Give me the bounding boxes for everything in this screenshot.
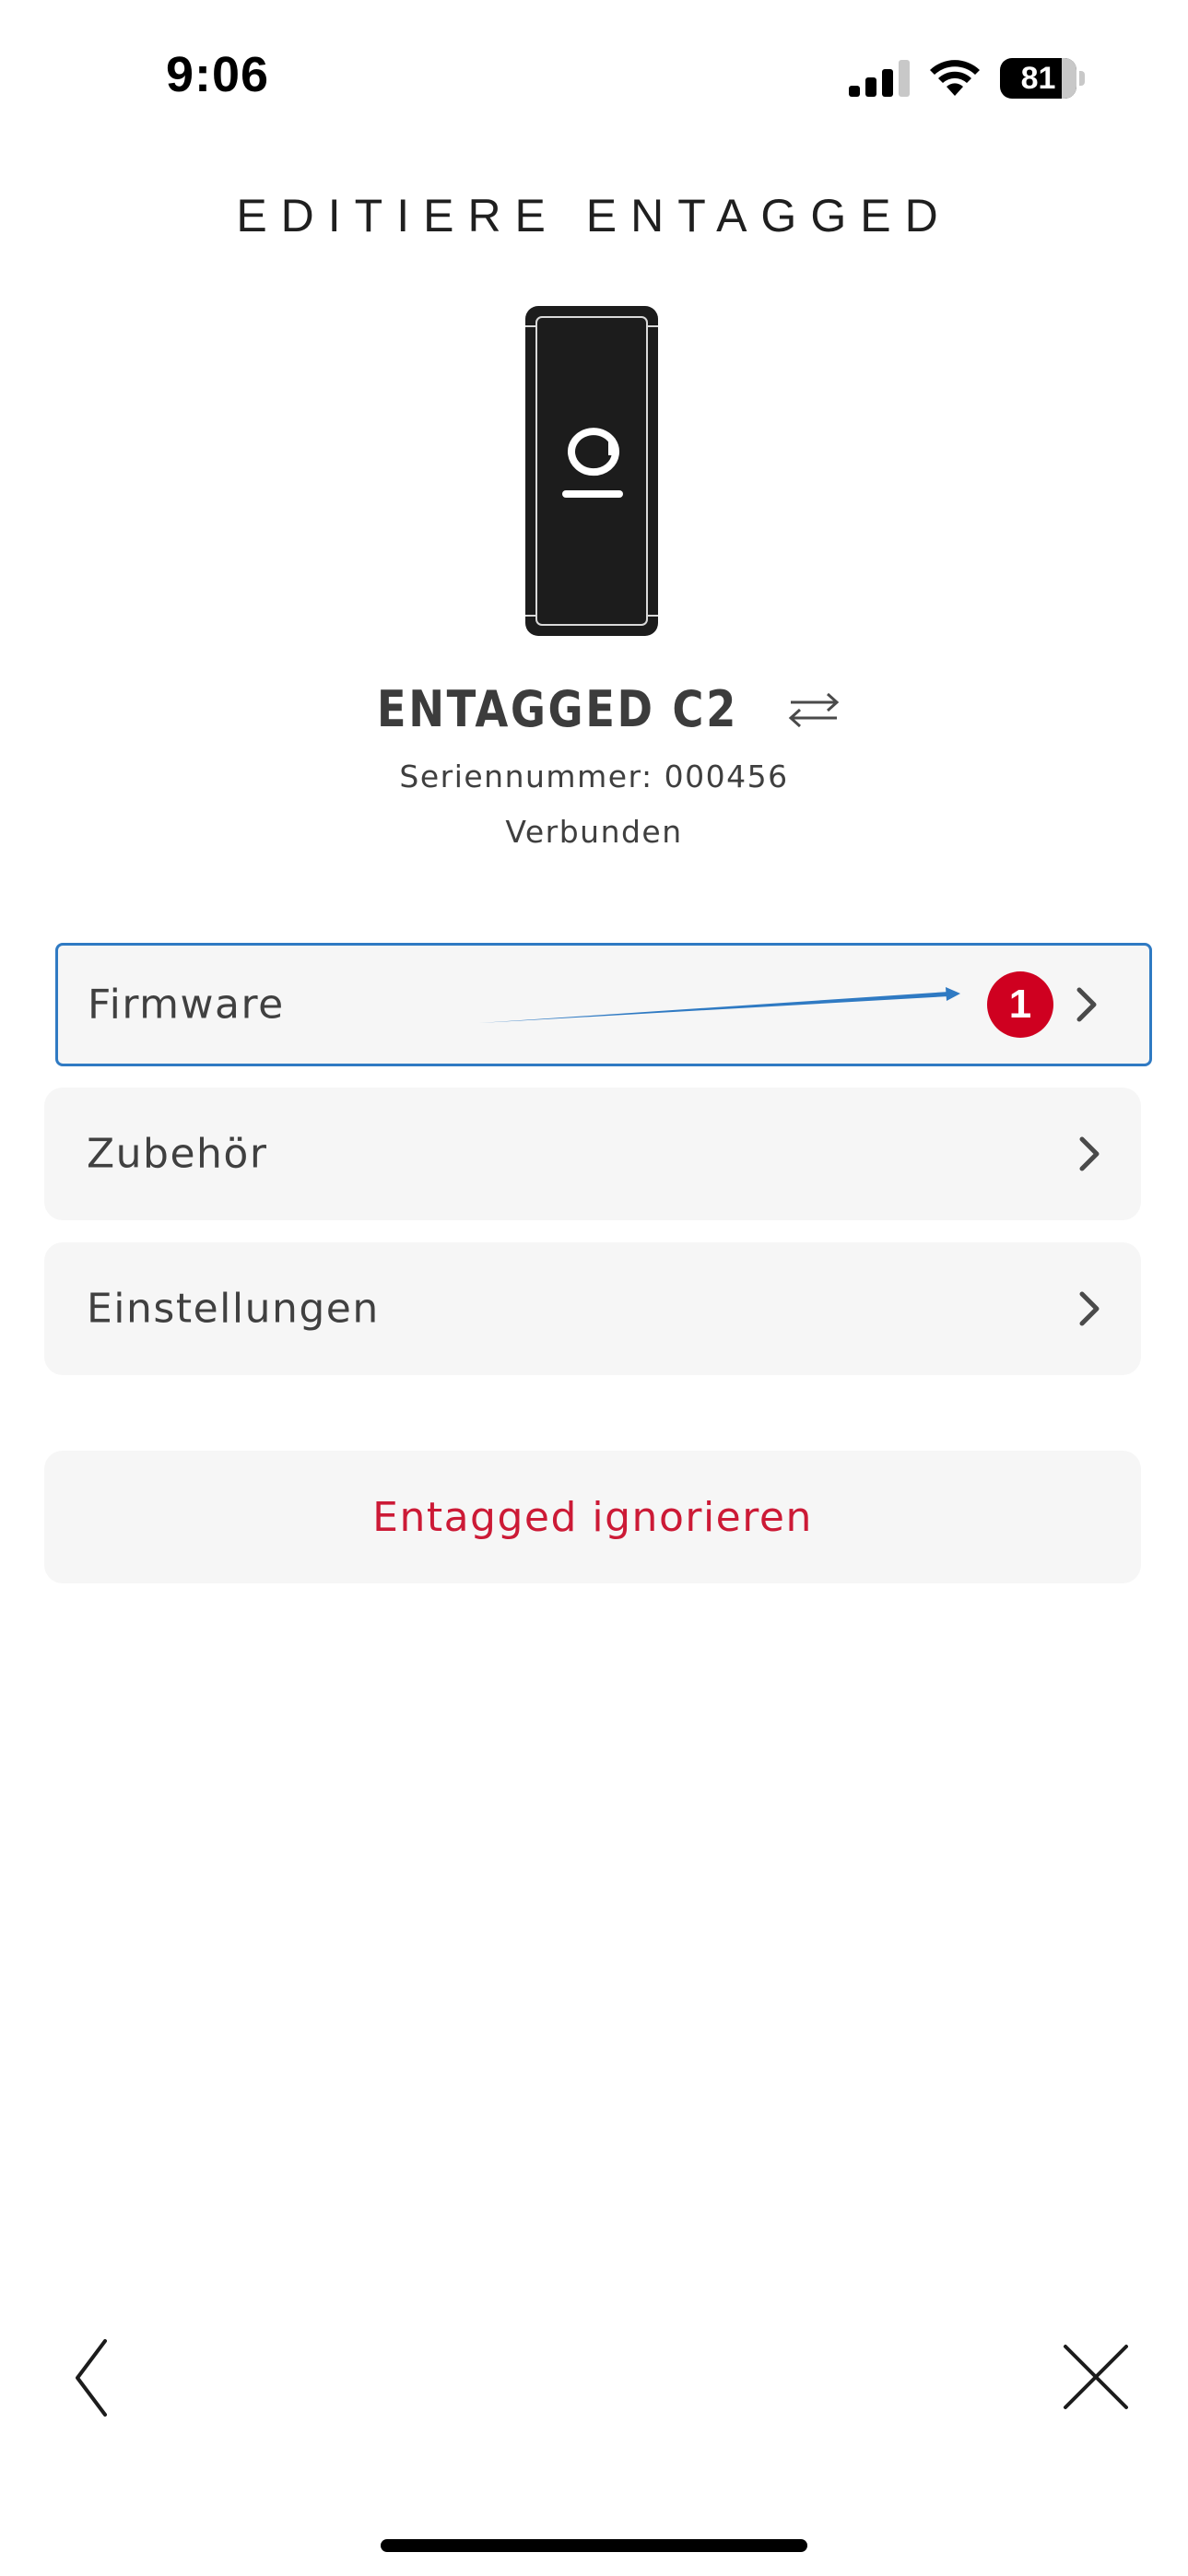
status-icons: 81	[849, 57, 1085, 100]
menu-item-label: Einstellungen	[87, 1285, 380, 1333]
menu-item-firmware[interactable]: Firmware 1	[55, 943, 1152, 1066]
battery-indicator: 81	[1000, 57, 1085, 100]
device-name-row: ENTAGGED C2	[0, 680, 1188, 738]
chevron-right-icon	[1079, 1291, 1100, 1326]
device-name: ENTAGGED C2	[376, 680, 738, 738]
wifi-icon	[930, 60, 980, 96]
menu-item-zubehoer[interactable]: Zubehör	[44, 1088, 1141, 1220]
chevron-right-icon	[1076, 987, 1097, 1022]
status-time: 9:06	[166, 47, 270, 102]
menu-item-einstellungen[interactable]: Einstellungen	[44, 1242, 1141, 1375]
close-icon[interactable]	[1060, 2341, 1132, 2413]
battery-percentage: 81	[1020, 60, 1056, 96]
chevron-right-icon	[1079, 1136, 1100, 1171]
serial-number: Seriennummer: 000456	[399, 759, 789, 794]
update-badge: 1	[987, 971, 1053, 1038]
connection-status: Verbunden	[505, 814, 683, 850]
home-indicator	[381, 2539, 807, 2552]
page-title: EDITIERE ENTAGGED	[236, 190, 952, 241]
swap-arrows-icon[interactable]	[787, 690, 841, 729]
ignore-entagged-button[interactable]: Entagged ignorieren	[44, 1451, 1141, 1583]
status-bar: 9:06 81	[0, 0, 1188, 157]
menu-item-label: Zubehör	[87, 1130, 268, 1178]
chevron-left-icon[interactable]	[65, 2332, 120, 2424]
menu-item-label: Firmware	[88, 981, 285, 1029]
entagged-device-icon	[525, 306, 658, 636]
cellular-signal-icon	[849, 60, 910, 97]
